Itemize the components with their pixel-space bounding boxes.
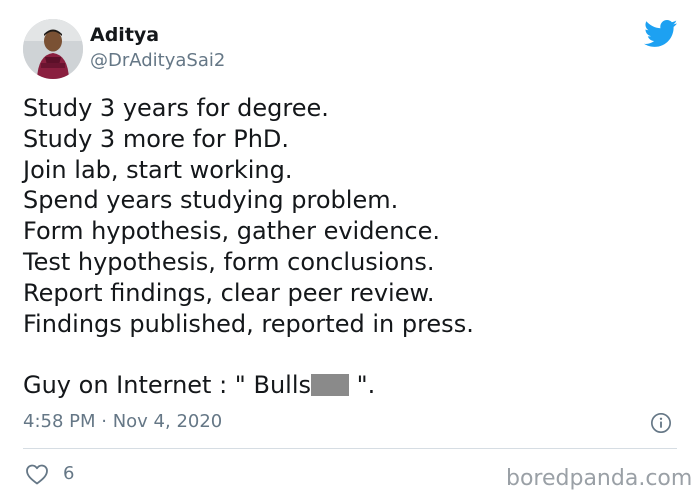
tweet-card: Aditya @DrAdityaSai2 Study 3 years for d…	[0, 0, 700, 503]
watermark: boredpanda.com	[506, 466, 693, 491]
tweet-line: Study 3 years for degree.	[23, 94, 329, 122]
avatar[interactable]	[23, 19, 83, 79]
info-icon[interactable]	[650, 412, 672, 434]
heart-icon[interactable]	[25, 463, 49, 485]
redaction-box	[311, 374, 349, 397]
divider	[23, 448, 677, 449]
tweet-line: Spend years studying problem.	[23, 186, 399, 215]
last-line-end: ".	[349, 371, 376, 400]
tweet-line: Join lab, start working.	[23, 155, 293, 184]
avatar-image	[23, 19, 83, 79]
tweet-line: Test hypothesis, form conclusions.	[23, 247, 435, 276]
last-line-start: Guy on Internet : " Bulls	[23, 371, 311, 400]
tweet-line: Study 3 more for PhD.	[23, 124, 290, 153]
tweet-line: Report findings, clear peer review.	[23, 278, 435, 307]
twitter-bird-icon[interactable]	[644, 20, 678, 48]
like-count: 6	[63, 463, 75, 484]
author-display-name[interactable]: Aditya	[90, 23, 159, 47]
tweet-text: Study 3 years for degree. Study 3 more f…	[23, 93, 683, 401]
tweet-line: Findings published, reported in press.	[23, 309, 474, 338]
tweet-last-line: Guy on Internet : " Bulls ".	[23, 370, 683, 401]
tweet-line: Form hypothesis, gather evidence.	[23, 217, 440, 246]
author-handle[interactable]: @DrAdityaSai2	[90, 50, 225, 72]
tweet-timestamp[interactable]: 4:58 PM · Nov 4, 2020	[23, 411, 222, 433]
